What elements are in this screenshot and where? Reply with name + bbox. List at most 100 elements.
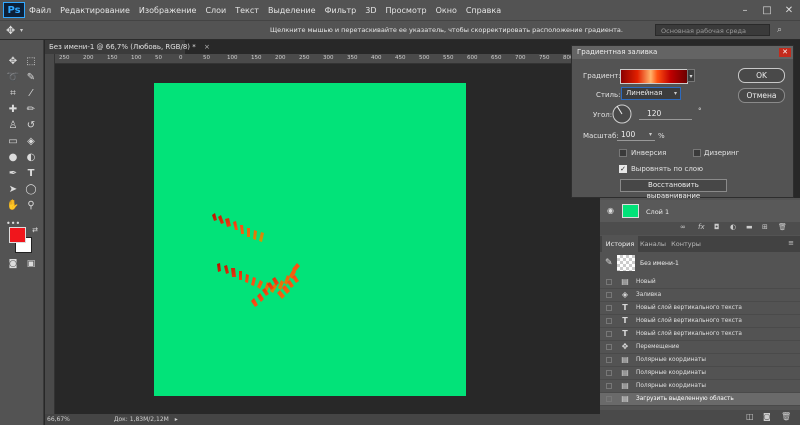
visibility-eye-icon[interactable]: ◉ [607,206,614,215]
dither-checkbox[interactable] [693,149,701,157]
history-checkbox[interactable] [606,396,612,402]
new-layer-icon[interactable]: ⊞ [762,223,768,231]
brush-icon[interactable]: ✏ [24,104,38,116]
gradient-swatch[interactable] [620,69,688,84]
history-item[interactable]: ▤ Полярные координаты [600,354,800,367]
history-checkbox[interactable] [606,383,612,389]
style-select[interactable]: Линейная ▾ [621,87,681,100]
paint-bucket-icon[interactable]: ◈ [24,136,38,148]
history-item-active[interactable]: ▤ Загрузить выделенную область [600,393,800,406]
history-snapshot[interactable]: ✎ Без имени-1 [600,252,800,274]
menu-3d[interactable]: 3D [365,6,376,15]
layer-style-icon[interactable]: fx [698,223,705,231]
history-item[interactable]: ▤ Полярные координаты [600,380,800,393]
zoom-level[interactable]: 66,67% [47,416,70,423]
history-checkbox[interactable] [606,305,612,311]
history-brush-icon[interactable]: ↺ [24,120,38,132]
menu-window[interactable]: Окно [436,6,457,15]
document-tab[interactable]: Без имени-1 @ 66,7% (Любовь, RGB/8) * × [45,40,210,54]
dodge-icon[interactable]: ◐ [24,152,38,164]
new-document-from-state-icon[interactable]: ◫ [746,412,754,421]
move-icon[interactable]: ✥ [6,56,20,68]
history-item[interactable]: ▤ Новый [600,276,800,289]
close-window-icon[interactable]: ✕ [778,0,800,20]
layer-row[interactable]: ◉ Слой 1 [600,200,800,222]
minimize-icon[interactable]: – [734,0,756,20]
menu-edit[interactable]: Редактирование [60,6,130,15]
new-group-icon[interactable]: ▬ [746,223,753,231]
dialog-close-icon[interactable]: ✕ [779,48,791,57]
hand-icon[interactable]: ✋ [6,200,20,212]
maximize-icon[interactable]: □ [756,0,778,20]
history-item[interactable]: ▤ Полярные координаты [600,367,800,380]
history-item[interactable]: T Новый слой вертикального текста [600,315,800,328]
healing-brush-icon[interactable]: ✚ [6,104,20,116]
type-icon[interactable]: T [24,168,38,180]
history-checkbox[interactable] [606,292,612,298]
tool-preset-chevron-icon[interactable]: ▾ [20,27,23,34]
reverse-checkbox[interactable] [619,149,627,157]
link-layers-icon[interactable]: ∞ [680,223,686,231]
delete-layer-icon[interactable]: 🗑 [778,223,787,231]
crop-icon[interactable]: ⌗ [6,88,20,100]
menu-layers[interactable]: Слои [205,6,226,15]
pen-icon[interactable]: ✒ [6,168,20,180]
zoom-icon[interactable]: ⚲ [24,200,38,212]
document-canvas[interactable] [154,83,466,396]
menu-help[interactable]: Справка [466,6,501,15]
tab-channels[interactable]: Каналы [638,236,668,252]
history-brush-source-icon[interactable]: ✎ [605,258,613,268]
history-item[interactable]: T Новый слой вертикального текста [600,302,800,315]
ok-button[interactable]: OK [738,68,785,83]
move-tool-icon[interactable]: ✥ [6,24,15,37]
angle-dial[interactable] [612,104,632,124]
cancel-button[interactable]: Отмена [738,88,785,103]
history-item[interactable]: T Новый слой вертикального текста [600,328,800,341]
gradient-dropdown-icon[interactable]: ▾ [687,69,695,82]
history-checkbox[interactable] [606,357,612,363]
clone-stamp-icon[interactable]: ♙ [6,120,20,132]
eyedropper-icon[interactable]: ⁄ [24,88,38,100]
workspace-select[interactable]: Основная рабочая среда [655,24,770,36]
tab-history[interactable]: История [602,236,638,252]
menu-type[interactable]: Текст [235,6,259,15]
style-select-value: Линейная [626,89,663,97]
menu-file[interactable]: Файл [29,6,51,15]
swap-colors-icon[interactable]: ⇄ [28,224,42,236]
quick-select-icon[interactable]: ✎ [24,72,38,84]
marquee-icon[interactable]: ⬚ [24,56,38,68]
history-item[interactable]: ✥ Перемещение [600,341,800,354]
foreground-color-swatch[interactable] [9,227,26,243]
camera-snapshot-icon[interactable]: ◙ [763,412,771,421]
status-arrow-icon[interactable]: ▸ [175,416,178,423]
menu-select[interactable]: Выделение [268,6,316,15]
history-checkbox[interactable] [606,344,612,350]
history-checkbox[interactable] [606,318,612,324]
blur-icon[interactable]: ● [6,152,20,164]
panel-menu-icon[interactable]: ≡ [788,239,794,247]
history-checkbox[interactable] [606,331,612,337]
scale-input[interactable]: 100 ▾ [617,129,655,141]
lasso-icon[interactable]: ➰ [6,72,20,84]
align-checkbox[interactable]: ✓ [619,165,627,173]
angle-input[interactable]: 120 [639,108,692,120]
history-checkbox[interactable] [606,279,612,285]
menu-view[interactable]: Просмотр [386,6,427,15]
menu-filter[interactable]: Фильтр [325,6,357,15]
quick-mask-icon[interactable]: ◙ [6,258,20,270]
search-icon[interactable]: ⌕ [777,25,782,35]
close-tab-icon[interactable]: × [204,43,210,51]
scale-chevron-icon[interactable]: ▾ [649,129,652,141]
adjustment-layer-icon[interactable]: ◐ [730,223,736,231]
layer-mask-icon[interactable]: ◘ [714,223,720,231]
history-item[interactable]: ◈ Заливка [600,289,800,302]
menu-image[interactable]: Изображение [139,6,197,15]
history-checkbox[interactable] [606,370,612,376]
shape-icon[interactable]: ◯ [24,184,38,196]
reset-alignment-button[interactable]: Восстановить выравнивание [620,179,727,200]
screen-mode-icon[interactable]: ▣ [24,258,38,270]
path-select-icon[interactable]: ➤ [6,184,20,196]
delete-state-icon[interactable]: 🗑 [781,412,791,421]
eraser-icon[interactable]: ▭ [6,136,20,148]
tab-paths[interactable]: Контуры [670,236,702,252]
